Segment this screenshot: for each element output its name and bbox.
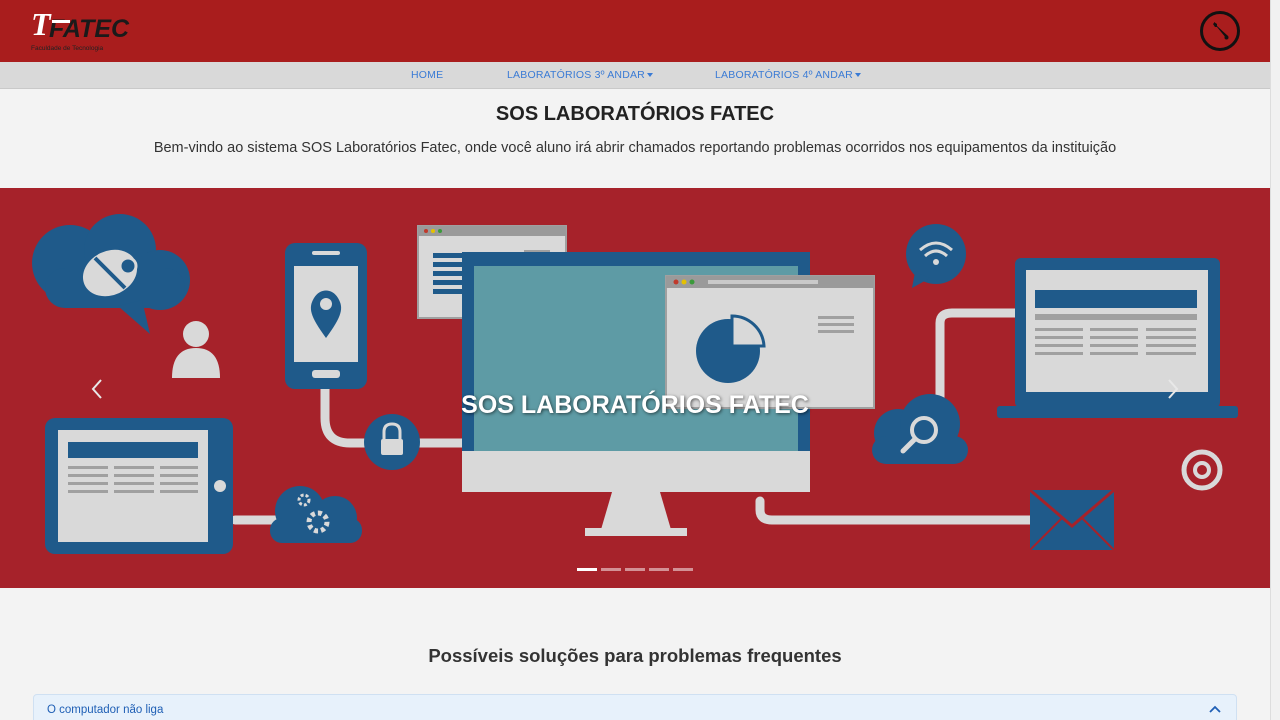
carousel-indicator-2[interactable] xyxy=(601,568,621,571)
logo-subtitle: Faculdade de Tecnologia xyxy=(31,45,104,52)
intro-section: SOS LABORATÓRIOS FATEC Bem-vindo ao sist… xyxy=(0,89,1270,188)
user-figure xyxy=(172,321,220,378)
chevron-right-icon xyxy=(1168,379,1179,399)
carousel-indicators xyxy=(0,568,1270,571)
logo-text: FATEC xyxy=(49,15,130,43)
envelope-graphic xyxy=(1029,488,1115,551)
tools-button[interactable] xyxy=(1200,11,1240,51)
smartphone-graphic xyxy=(285,243,367,389)
nav-home[interactable]: HOME xyxy=(411,69,443,81)
accordion-item-label: O computador não liga xyxy=(47,704,164,716)
dropdown-caret-icon xyxy=(646,73,653,78)
header-bar: T FATEC Faculdade de Tecnologia xyxy=(0,0,1270,62)
main-navigation: HOME LABORATÓRIOS 3º ANDAR LABORATÓRIOS … xyxy=(0,62,1270,89)
padlock-graphic xyxy=(364,414,420,470)
chevron-up-icon xyxy=(1209,705,1221,713)
gear-cloud-graphic xyxy=(270,486,362,543)
mouse-cloud-graphic xyxy=(32,214,190,334)
carousel-indicator-5[interactable] xyxy=(673,568,693,571)
accordion-item-computer-wont-start[interactable]: O computador não liga xyxy=(33,694,1237,720)
page-scrollbar[interactable] xyxy=(1270,0,1280,720)
fatec-logo[interactable]: T FATEC Faculdade de Tecnologia xyxy=(30,8,142,54)
carousel-indicator-4[interactable] xyxy=(649,568,669,571)
welcome-text: Bem-vindo ao sistema SOS Laboratórios Fa… xyxy=(153,140,1117,156)
hero-carousel: SOS LABORATÓRIOS FATEC xyxy=(0,188,1270,588)
page-title: SOS LABORATÓRIOS FATEC xyxy=(495,103,775,125)
at-sign-graphic xyxy=(1181,449,1223,491)
carousel-indicator-1[interactable] xyxy=(577,568,597,571)
page: T FATEC Faculdade de Tecnologia HOME LAB… xyxy=(0,0,1270,720)
solutions-title: Possíveis soluções para problemas freque… xyxy=(428,645,842,666)
nav-home-label: HOME xyxy=(411,69,444,81)
nav-labs-4th-floor[interactable]: LABORATÓRIOS 4º ANDAR xyxy=(715,69,861,81)
wrench-icon xyxy=(1213,22,1229,40)
nav-labs-3rd-floor-label: LABORATÓRIOS 3º ANDAR xyxy=(507,69,645,81)
carousel-caption: SOS LABORATÓRIOS FATEC xyxy=(461,391,809,419)
carousel-indicator-3[interactable] xyxy=(625,568,645,571)
tablet-graphic xyxy=(45,418,233,554)
carousel-next-button[interactable] xyxy=(1158,372,1188,406)
nav-labs-3rd-floor[interactable]: LABORATÓRIOS 3º ANDAR xyxy=(507,69,653,81)
tech-illustration xyxy=(32,214,1238,554)
pie-chart-window xyxy=(665,275,875,409)
carousel-prev-button[interactable] xyxy=(82,372,112,406)
solutions-section: Possíveis soluções para problemas freque… xyxy=(0,588,1270,720)
dropdown-caret-icon xyxy=(854,73,861,78)
wifi-bubble-graphic xyxy=(906,224,966,288)
nav-labs-4th-floor-label: LABORATÓRIOS 4º ANDAR xyxy=(715,69,853,81)
chevron-left-icon xyxy=(91,379,102,399)
